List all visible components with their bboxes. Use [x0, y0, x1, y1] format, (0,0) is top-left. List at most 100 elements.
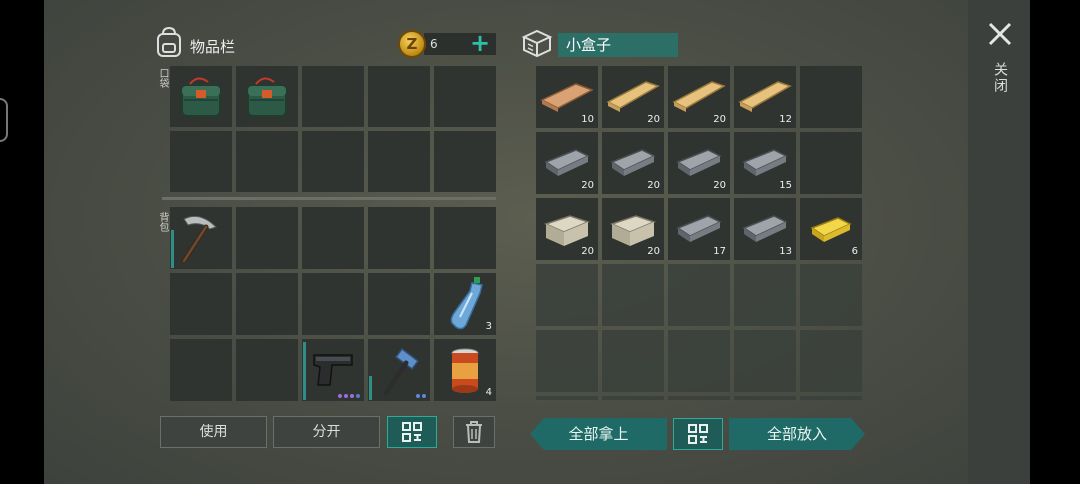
pocket-slot[interactable]: [302, 66, 364, 127]
container-slot[interactable]: 13: [734, 198, 796, 260]
container-slot[interactable]: 20: [536, 198, 598, 260]
container-slot[interactable]: [536, 264, 598, 326]
container-slot[interactable]: 12: [734, 66, 796, 128]
box-icon: [521, 29, 553, 58]
backpack-slot[interactable]: [368, 273, 430, 335]
container-slot[interactable]: [800, 264, 862, 326]
close-label[interactable]: 关闭: [990, 62, 1010, 94]
section-divider: [162, 197, 496, 200]
item-quantity: 20: [647, 114, 660, 125]
close-icon[interactable]: [986, 20, 1014, 48]
item-quantity: 20: [647, 246, 660, 257]
container-slot[interactable]: [800, 330, 862, 392]
backpack-slot[interactable]: [302, 339, 364, 401]
item-quantity: 20: [713, 114, 726, 125]
delete-button[interactable]: [453, 416, 495, 448]
backpack-slot[interactable]: [236, 273, 298, 335]
backpack-slot[interactable]: [302, 273, 364, 335]
container-slot[interactable]: [668, 264, 730, 326]
durability-bar: [171, 230, 174, 268]
pocket-slot[interactable]: [236, 131, 298, 192]
sort-inventory-button[interactable]: [387, 416, 437, 448]
backpack-slot[interactable]: [368, 207, 430, 269]
durability-bar: [369, 376, 372, 400]
trash-icon: [466, 421, 482, 443]
container-slot[interactable]: [734, 330, 796, 392]
item-quantity: 4: [485, 387, 492, 398]
item-quantity: 15: [779, 180, 792, 191]
container-slot[interactable]: 6: [800, 198, 862, 260]
container-slot[interactable]: [800, 132, 862, 194]
pistol-icon: [313, 354, 353, 386]
container-slot[interactable]: 20: [602, 66, 664, 128]
container-slot[interactable]: [800, 396, 862, 400]
first-aid-bag-icon: [247, 77, 287, 117]
pocket-slot[interactable]: [170, 131, 232, 192]
sort-container-button[interactable]: [673, 418, 723, 450]
item-quantity: 20: [581, 180, 594, 191]
quality-dots: [416, 394, 426, 398]
backpack-slot[interactable]: [434, 207, 496, 269]
container-slot[interactable]: 20: [668, 66, 730, 128]
first-aid-bag-icon: [181, 77, 221, 117]
container-slot[interactable]: [536, 330, 598, 392]
backpack-slot[interactable]: [236, 339, 298, 401]
grid-sort-icon: [402, 422, 422, 442]
container-slot[interactable]: [800, 66, 862, 128]
add-coins-button[interactable]: +: [470, 30, 490, 56]
split-button[interactable]: 分开: [273, 416, 380, 448]
game-screen: 物品栏 Z 6 + 小盒子 关闭 口袋 背包 3 4 10 20 20 12 2…: [0, 0, 1080, 484]
item-quantity: 3: [485, 321, 492, 332]
backpack-slot[interactable]: 4: [434, 339, 496, 401]
container-slot[interactable]: [602, 330, 664, 392]
pocket-grid: [170, 66, 496, 192]
pocket-slot[interactable]: [368, 131, 430, 192]
pocket-slot[interactable]: [302, 131, 364, 192]
device-edge: [0, 98, 8, 142]
backpack-slot[interactable]: [170, 339, 232, 401]
durability-bar: [303, 342, 306, 400]
use-button[interactable]: 使用: [160, 416, 267, 448]
pocket-slot[interactable]: [170, 66, 232, 127]
backpack-label: 背包: [157, 212, 168, 232]
pickaxe-icon: [181, 215, 217, 264]
sledgehammer-icon: [383, 347, 420, 396]
container-slot[interactable]: [668, 396, 730, 400]
backpack-slot[interactable]: [170, 273, 232, 335]
put-all-button[interactable]: 全部放入: [729, 418, 865, 450]
container-slot[interactable]: 20: [536, 132, 598, 194]
pocket-slot[interactable]: [368, 66, 430, 127]
container-grid: 10 20 20 12 20 20 20 15 20 20 17 13 6: [536, 66, 862, 400]
container-slot[interactable]: [602, 396, 664, 400]
pocket-slot[interactable]: [434, 131, 496, 192]
item-quantity: 13: [779, 246, 792, 257]
backpack-slot[interactable]: [236, 207, 298, 269]
item-quantity: 6: [851, 246, 858, 257]
container-slot[interactable]: [602, 264, 664, 326]
container-slot[interactable]: 17: [668, 198, 730, 260]
item-quantity: 20: [581, 246, 594, 257]
container-slot[interactable]: 20: [668, 132, 730, 194]
backpack-slot[interactable]: [368, 339, 430, 401]
container-slot[interactable]: 20: [602, 198, 664, 260]
take-all-button[interactable]: 全部拿上: [530, 418, 667, 450]
container-slot[interactable]: [734, 396, 796, 400]
container-slot[interactable]: [536, 396, 598, 400]
container-slot[interactable]: [668, 330, 730, 392]
pocket-slot[interactable]: [236, 66, 298, 127]
inventory-title: 物品栏: [190, 38, 236, 56]
pocket-slot[interactable]: [434, 66, 496, 127]
coin-count: 6: [430, 37, 438, 51]
container-slot[interactable]: 20: [602, 132, 664, 194]
item-quantity: 20: [647, 180, 660, 191]
container-slot[interactable]: 15: [734, 132, 796, 194]
container-slot[interactable]: [734, 264, 796, 326]
container-slot[interactable]: 10: [536, 66, 598, 128]
backpack-slot[interactable]: 3: [434, 273, 496, 335]
backpack-icon: [157, 26, 181, 57]
backpack-slot[interactable]: [302, 207, 364, 269]
quality-dots: [338, 394, 360, 398]
item-quantity: 10: [581, 114, 594, 125]
grid-sort-icon: [688, 424, 708, 444]
backpack-slot[interactable]: [170, 207, 232, 269]
